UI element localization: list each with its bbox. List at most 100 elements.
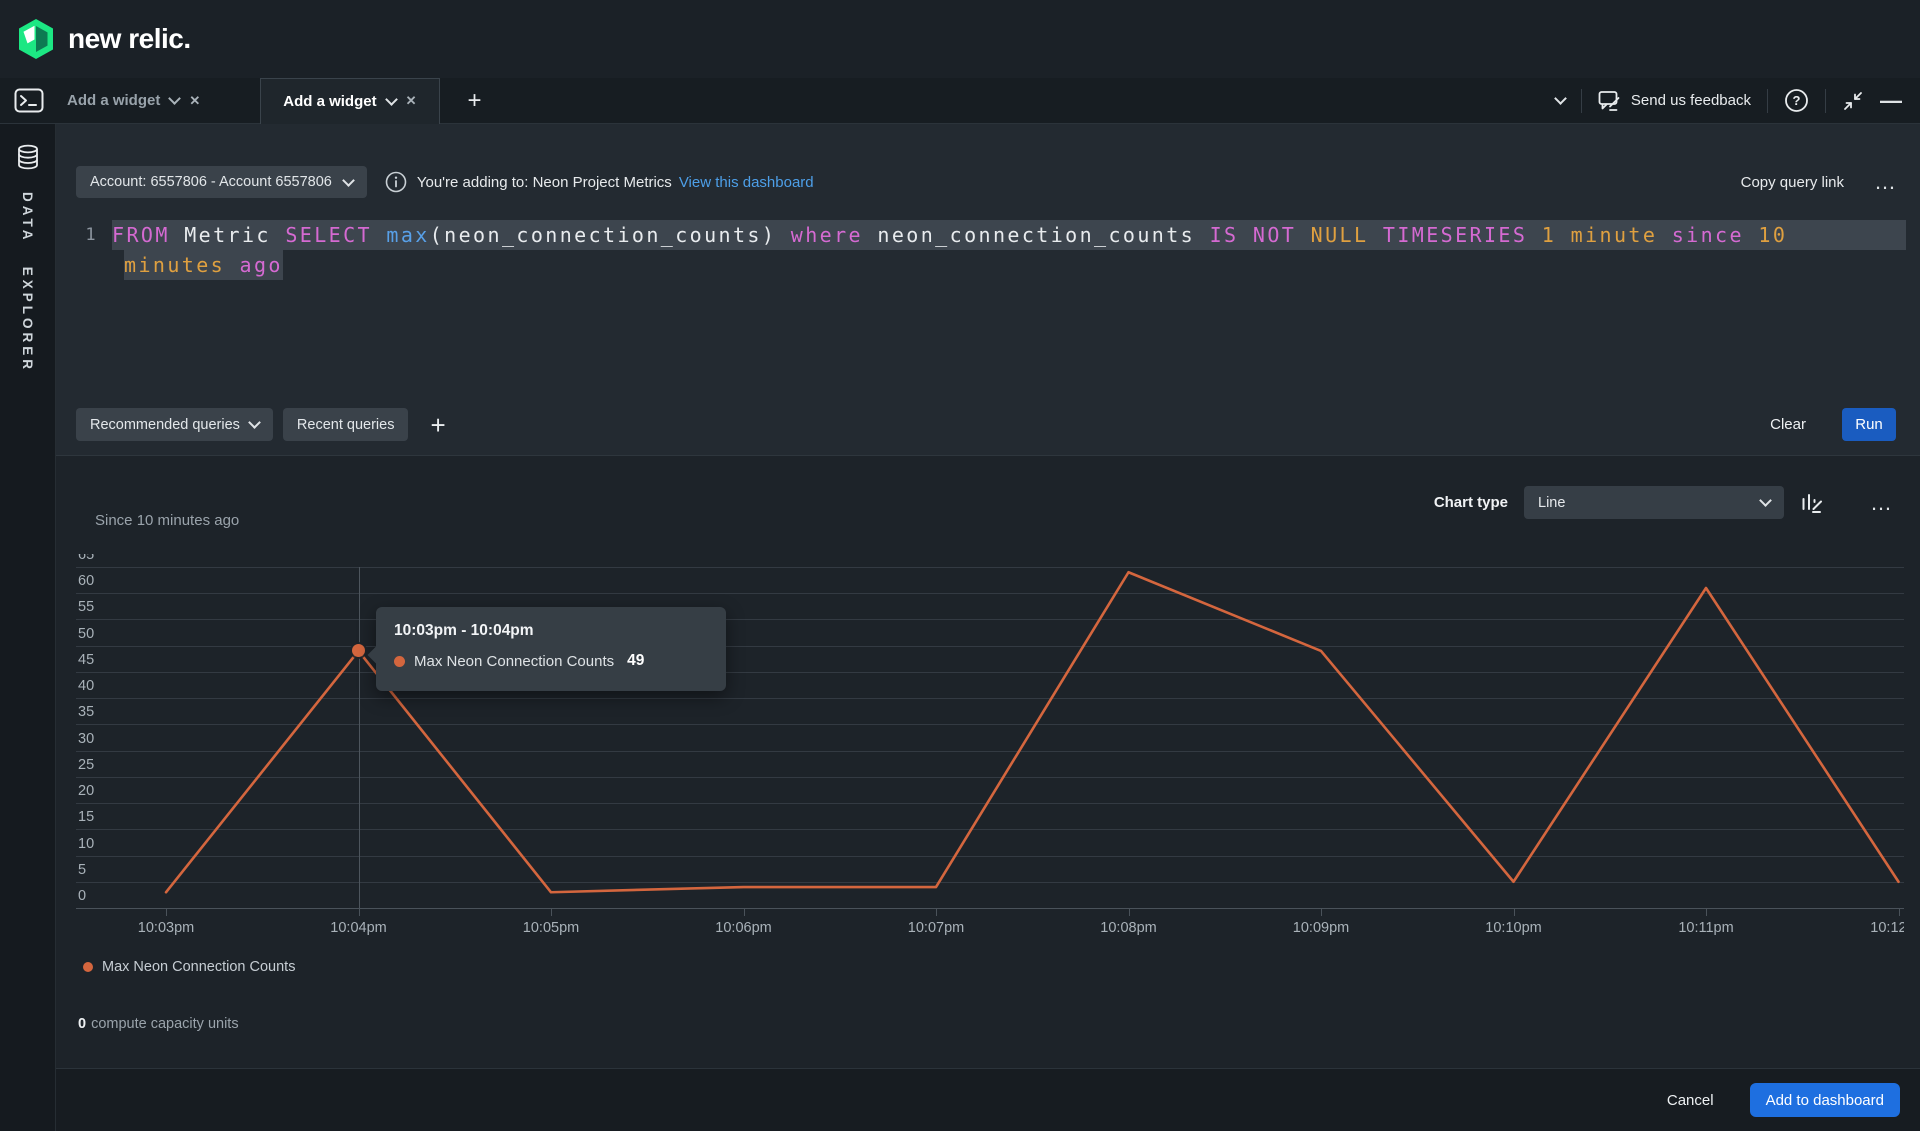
gridline — [76, 829, 1904, 830]
page: new relic. Add a widget ✕ Add a widget ✕… — [0, 0, 1920, 1131]
chevron-down-icon — [342, 174, 355, 187]
x-axis-label: 10:05pm — [523, 920, 579, 936]
account-selector-label: Account: 6557806 - Account 6557806 — [90, 174, 332, 190]
gridline — [76, 882, 1904, 883]
x-axis-tick — [744, 908, 745, 916]
recommended-queries-label: Recommended queries — [90, 417, 240, 433]
y-axis-label: 5 — [78, 862, 86, 878]
tab-add-widget-2[interactable]: Add a widget ✕ — [260, 78, 439, 124]
top-header: new relic. — [0, 0, 1920, 78]
edit-chart-icon[interactable] — [1800, 491, 1824, 515]
y-axis-label: 55 — [78, 599, 94, 615]
tab-bar: Add a widget ✕ Add a widget ✕ + — [0, 78, 1920, 124]
y-axis-label: 0 — [78, 888, 86, 904]
more-options-icon[interactable]: … — [1874, 178, 1898, 186]
chevron-down-icon[interactable] — [168, 92, 181, 105]
x-axis-tick — [1321, 908, 1322, 916]
x-axis-tick — [1129, 908, 1130, 916]
chevron-down-icon[interactable] — [385, 93, 398, 106]
x-axis-tick — [359, 908, 360, 916]
tabbar-right-controls: Send us feedback ? — — [1556, 88, 1902, 113]
legend-label: Max Neon Connection Counts — [102, 959, 295, 975]
y-axis-label: 50 — [78, 626, 94, 642]
clear-button[interactable]: Clear — [1770, 416, 1806, 433]
crosshair-line — [359, 567, 360, 908]
divider — [1767, 89, 1768, 113]
chart-type-value: Line — [1538, 495, 1565, 511]
tab-label: Add a widget — [67, 92, 160, 109]
info-icon — [385, 171, 407, 193]
gridline — [76, 856, 1904, 857]
recent-queries-button[interactable]: Recent queries — [283, 408, 409, 441]
gridline — [76, 672, 1904, 673]
query-line-1: 1 FROM Metric SELECT max(neon_connection… — [76, 220, 1906, 250]
since-label: Since 10 minutes ago — [95, 512, 239, 529]
gridline — [76, 803, 1904, 804]
gridline — [76, 724, 1904, 725]
y-axis-label: 25 — [78, 757, 94, 773]
collapse-icon[interactable] — [1842, 90, 1864, 112]
add-query-button[interactable]: + — [430, 414, 445, 436]
capacity-value: 0 — [78, 1016, 86, 1032]
y-axis-label: 60 — [78, 573, 94, 589]
chevron-down-icon[interactable] — [1554, 92, 1567, 105]
x-axis-label: 10:12pm — [1870, 920, 1904, 936]
recommended-queries-button[interactable]: Recommended queries — [76, 408, 273, 441]
query-panel: Account: 6557806 - Account 6557806 You'r… — [56, 124, 1920, 455]
x-axis-tick — [936, 908, 937, 916]
x-axis-tick — [166, 908, 167, 916]
new-tab-button[interactable]: + — [468, 91, 482, 111]
copy-query-link[interactable]: Copy query link — [1741, 174, 1844, 191]
query-actions-row: Recommended queries Recent queries + Cle… — [76, 408, 1896, 441]
tab-add-widget-1[interactable]: Add a widget ✕ — [67, 92, 200, 109]
add-to-dashboard-button[interactable]: Add to dashboard — [1750, 1083, 1900, 1117]
query-text: FROM Metric SELECT max(neon_connection_c… — [112, 220, 1906, 250]
feedback-icon — [1598, 90, 1622, 112]
gridline — [76, 619, 1904, 620]
chart-type-select[interactable]: Line — [1524, 486, 1784, 519]
chart-legend[interactable]: Max Neon Connection Counts — [83, 959, 295, 975]
capacity-label: compute capacity units — [91, 1016, 239, 1032]
cancel-button[interactable]: Cancel — [1667, 1092, 1714, 1109]
hover-point-dot — [352, 644, 365, 657]
send-feedback-button[interactable]: Send us feedback — [1598, 90, 1751, 112]
new-relic-mark-icon — [16, 17, 56, 61]
line-number: 1 — [76, 220, 98, 250]
gridline — [76, 751, 1904, 752]
rail-title: DATA EXPLORER — [20, 192, 35, 373]
new-relic-logo[interactable]: new relic. — [16, 17, 191, 61]
line-number-spacer — [76, 250, 98, 280]
run-button[interactable]: Run — [1842, 408, 1896, 441]
y-axis-label: 10 — [78, 836, 94, 852]
database-icon[interactable] — [16, 144, 40, 170]
x-axis-tick — [1899, 908, 1900, 916]
tab-label: Add a widget — [283, 93, 376, 110]
query-editor[interactable]: 1 FROM Metric SELECT max(neon_connection… — [76, 220, 1906, 280]
close-icon[interactable]: ✕ — [406, 93, 417, 109]
gridline — [76, 593, 1904, 594]
line-chart[interactable]: 10:03pm - 10:04pm Max Neon Connection Co… — [76, 554, 1904, 956]
gridline — [76, 646, 1904, 647]
main-content: Account: 6557806 - Account 6557806 You'r… — [56, 124, 1920, 1131]
query-text: minutes ago — [124, 250, 283, 280]
gridline — [76, 777, 1904, 778]
x-axis-label: 10:10pm — [1485, 920, 1541, 936]
y-axis-label: 45 — [78, 652, 94, 668]
x-axis-label: 10:04pm — [330, 920, 386, 936]
x-axis-tick — [1514, 908, 1515, 916]
x-axis-label: 10:03pm — [138, 920, 194, 936]
console-icon[interactable] — [13, 88, 45, 114]
y-axis-label: 30 — [78, 731, 94, 747]
help-icon[interactable]: ? — [1784, 88, 1809, 113]
recent-queries-label: Recent queries — [297, 417, 395, 433]
chart-more-options-icon[interactable]: … — [1870, 499, 1894, 507]
view-dashboard-link[interactable]: View this dashboard — [679, 174, 814, 191]
x-axis-tick — [1706, 908, 1707, 916]
y-axis-label: 40 — [78, 678, 94, 694]
account-selector[interactable]: Account: 6557806 - Account 6557806 — [76, 166, 367, 198]
divider — [1825, 89, 1826, 113]
chart-header: Chart type Line … — [1434, 486, 1894, 519]
minimize-icon[interactable]: — — [1880, 96, 1902, 106]
chevron-down-icon — [248, 416, 261, 429]
close-icon[interactable]: ✕ — [189, 93, 200, 109]
